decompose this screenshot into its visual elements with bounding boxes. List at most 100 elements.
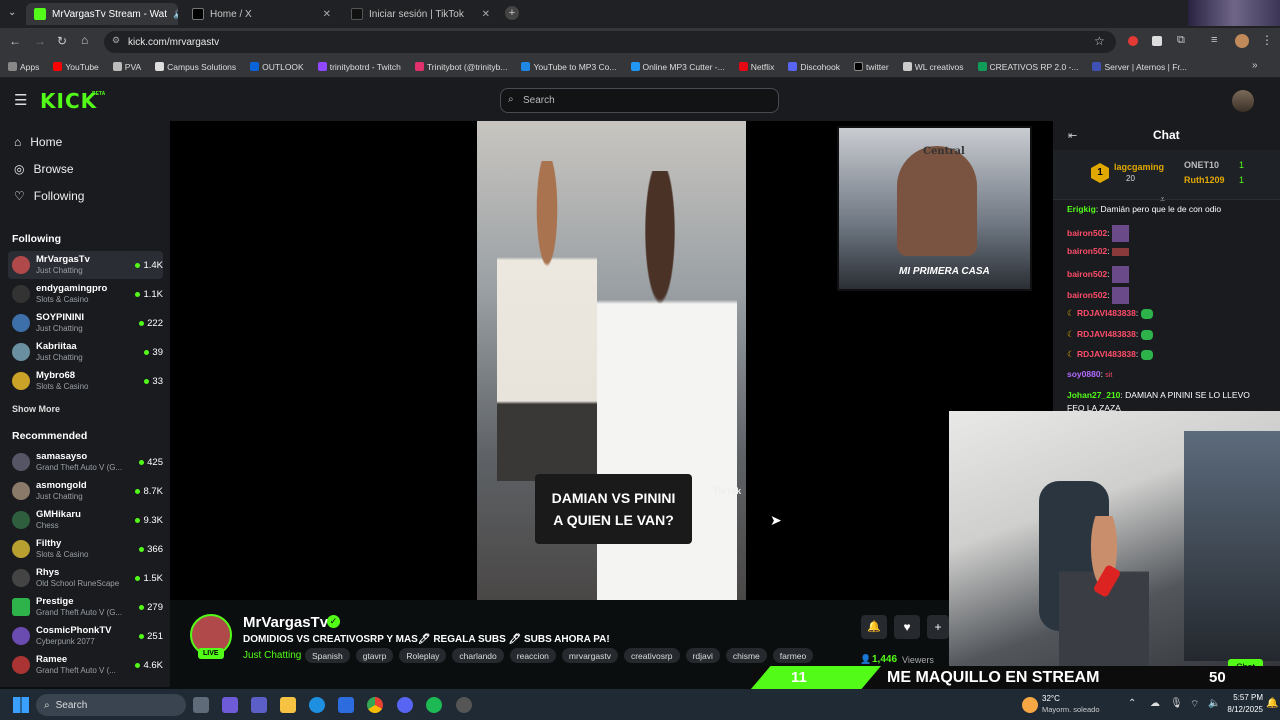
bookmark-campus[interactable]: Campus Solutions (155, 62, 236, 72)
bookmark-pva[interactable]: PVA (112, 62, 141, 72)
sidebar-channel[interactable]: CosmicPhonkTV Cyberpunk 2077 251 (8, 622, 163, 650)
notifications-icon[interactable]: 🔔 (1266, 698, 1278, 709)
category-link[interactable]: Just Chatting (243, 650, 301, 661)
sidebar-channel[interactable]: Filthy Slots & Casino 366 (8, 535, 163, 563)
forward-icon[interactable]: → (34, 34, 46, 48)
follow-heart-icon[interactable]: ♥ (894, 615, 920, 639)
sidebar-channel[interactable]: Rhys Old School RuneScape 1.5K (8, 564, 163, 592)
bookmark-twitter[interactable]: twitter (854, 62, 889, 72)
nav-following[interactable]: ♡ Following (14, 189, 84, 203)
tab-kick[interactable]: MrVargasTv Stream - Wat 🔊 ✕ (26, 3, 178, 25)
chrome-icon[interactable] (367, 697, 383, 713)
copilot-icon[interactable] (222, 697, 238, 713)
sidebar-channel[interactable]: endygamingpro Slots & Casino 1.1K (8, 280, 163, 308)
gifter-name[interactable]: Ruth1209 (1184, 175, 1225, 185)
bookmark-outlook[interactable]: OUTLOOK (250, 62, 304, 72)
gifter-name[interactable]: lagcgaming (1114, 162, 1164, 172)
gifter-name[interactable]: ONET10 (1184, 160, 1219, 170)
extension-icon[interactable] (1152, 36, 1162, 46)
extension-icon[interactable] (1128, 36, 1138, 46)
bookmark-discohook[interactable]: Discohook (788, 62, 840, 72)
chat-username[interactable]: RDJAVI483838 (1077, 329, 1136, 339)
clock-date[interactable]: 8/12/2025 (1225, 705, 1263, 714)
network-icon[interactable]: ☁ (1150, 698, 1160, 709)
tab-tiktok[interactable]: Iniciar sesión | TikTok ✕ (343, 3, 498, 25)
chat-username[interactable]: Johan27_210 (1067, 390, 1120, 400)
chat-username[interactable]: RDJAVI483838 (1077, 308, 1136, 318)
task-view-icon[interactable] (193, 697, 209, 713)
chat-username[interactable]: soy0880 (1067, 369, 1101, 379)
tag[interactable]: mrvargastv (561, 648, 618, 663)
sidebar-channel[interactable]: asmongold Just Chatting 8.7K (8, 477, 163, 505)
tag[interactable]: charlando (452, 648, 504, 663)
search-input[interactable]: ⌕ Search (500, 88, 779, 113)
profile-avatar[interactable] (1235, 34, 1249, 48)
sidebar-channel[interactable]: Kabriitaa Just Chatting 39 (8, 338, 163, 366)
file-explorer-icon[interactable] (280, 697, 296, 713)
discord-icon[interactable] (397, 697, 413, 713)
close-tab-icon[interactable]: ✕ (482, 9, 490, 20)
tag[interactable]: chisme (725, 648, 767, 663)
bookmark-netflix[interactable]: Netflix (738, 62, 774, 72)
tab-menu-icon[interactable]: ⌄ (8, 7, 16, 18)
sidebar-channel[interactable]: GMHikaru Chess 9.3K (8, 506, 163, 534)
clock-time[interactable]: 5:57 PM (1225, 693, 1263, 702)
tray-chevron-icon[interactable]: ⌃ (1128, 698, 1136, 709)
volume-icon[interactable]: 🔈 (1208, 698, 1220, 709)
bookmark-star-icon[interactable]: ☆ (1094, 34, 1105, 48)
bookmark-instagram[interactable]: Trinitybot (@trinityb... (414, 62, 507, 72)
url-field[interactable]: ⚙ kick.com/mrvargastv (104, 31, 1116, 53)
nav-browse[interactable]: ◎ Browse (14, 162, 74, 176)
chat-username[interactable]: bairon502 (1067, 228, 1107, 238)
weather-icon[interactable] (1022, 697, 1038, 713)
more-bookmarks-icon[interactable]: » (1252, 60, 1258, 71)
sidebar-channel[interactable]: Mybro68 Slots & Casino 33 (8, 367, 163, 395)
bookmark-apps[interactable]: Apps (8, 62, 39, 72)
tab-x[interactable]: Home / X ✕ (184, 3, 339, 25)
media-control-icon[interactable]: ≡ (1211, 34, 1217, 46)
nav-home[interactable]: ⌂ Home (14, 135, 62, 149)
streamer-name[interactable]: MrVargasTv (243, 614, 328, 631)
sidebar-channel[interactable]: MrVargasTv Just Chatting 1.4K (8, 251, 163, 279)
chat-username[interactable]: Erigkig (1067, 204, 1096, 214)
bookmark-youtube[interactable]: YouTube (53, 62, 99, 72)
tag[interactable]: gtavrp (355, 648, 394, 663)
sidebar-channel[interactable]: Prestige Grand Theft Auto V (G... 279 (8, 593, 163, 621)
tag[interactable]: farmeo (772, 648, 814, 663)
kick-logo[interactable]: KICK (40, 89, 97, 113)
bookmark-aternos[interactable]: Server | Aternos | Fr... (1092, 62, 1187, 72)
bookmark-twitch[interactable]: trinitybotrd - Twitch (317, 62, 401, 72)
bookmark-yt-mp3[interactable]: YouTube to MP3 Co... (521, 62, 617, 72)
tag[interactable]: reaccion (509, 648, 556, 663)
audio-icon[interactable]: 🔊 (173, 9, 178, 20)
browser-menu-icon[interactable]: ⋮ (1261, 33, 1273, 47)
back-icon[interactable]: ← (9, 34, 21, 48)
new-tab-button[interactable]: + (505, 6, 519, 20)
mic-icon[interactable]: 🎙 (1170, 698, 1183, 709)
chat-username[interactable]: RDJAVI483838 (1077, 349, 1136, 359)
tag[interactable]: Spanish (305, 648, 350, 663)
taskbar-search[interactable]: ⌕ Search (36, 694, 186, 716)
sidebar-channel[interactable]: Ramee Grand Theft Auto V (... 4.6K (8, 651, 163, 679)
app-icon[interactable] (456, 697, 472, 713)
reload-icon[interactable]: ↻ (57, 34, 67, 48)
site-info-icon[interactable]: ⚙ (112, 35, 120, 46)
sidebar-channel[interactable]: SOYPININI Just Chatting 222 (8, 309, 163, 337)
subscribe-button[interactable]: + (927, 615, 949, 639)
wifi-icon[interactable]: ⌔ (1190, 698, 1199, 711)
teams-icon[interactable] (251, 697, 267, 713)
spotify-icon[interactable] (426, 697, 442, 713)
bookmark-creativos[interactable]: CREATIVOS RP 2.0 -... (977, 62, 1078, 72)
chat-username[interactable]: bairon502 (1067, 246, 1107, 256)
chat-username[interactable]: bairon502 (1067, 269, 1107, 279)
tag[interactable]: Roleplay (399, 648, 447, 663)
extensions-puzzle-icon[interactable]: ⧉ (1177, 34, 1185, 47)
bookmark-mp3-cutter[interactable]: Online MP3 Cutter -... (630, 62, 725, 72)
close-tab-icon[interactable]: ✕ (323, 9, 331, 20)
tag[interactable]: creativosrp (623, 648, 680, 663)
bookmark-wl[interactable]: WL creativos (902, 62, 964, 72)
chat-username[interactable]: bairon502 (1067, 290, 1107, 300)
home-icon[interactable]: ⌂ (81, 33, 88, 47)
notification-bell-icon[interactable]: 🔔 (861, 615, 887, 639)
tag[interactable]: rdjavi (685, 648, 720, 663)
